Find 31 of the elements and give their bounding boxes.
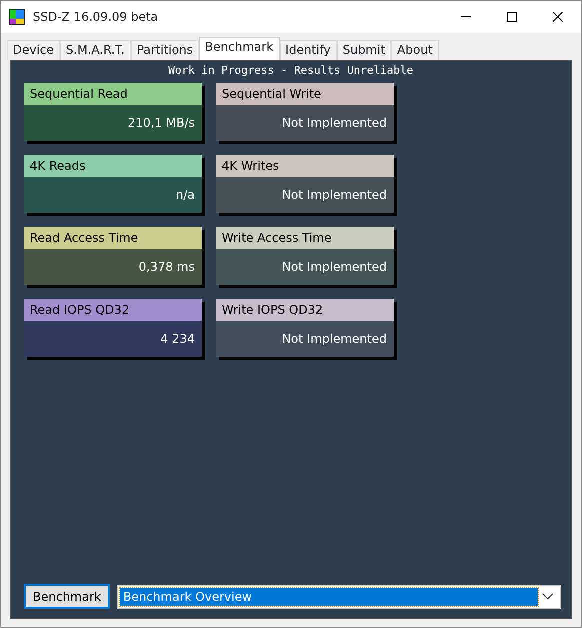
close-icon	[553, 12, 563, 22]
benchmark-button[interactable]: Benchmark	[24, 584, 110, 609]
result-label: 4K Writes	[216, 154, 394, 176]
result-label: 4K Reads	[24, 154, 202, 176]
result-label: Write Access Time	[216, 226, 394, 248]
tab[interactable]: Partitions	[130, 40, 200, 60]
mode-dropdown[interactable]: Benchmark Overview	[117, 584, 561, 608]
result-value: 0,378 ms	[138, 258, 196, 276]
tab[interactable]: Benchmark	[199, 37, 280, 60]
warning-text: Work in Progress - Results Unreliable	[167, 63, 415, 79]
tab[interactable]: Identify	[280, 40, 337, 60]
window-title: SSD-Z 16.09.09 beta	[33, 9, 160, 26]
result-label: Sequential Write	[216, 82, 394, 104]
tab[interactable]: S.M.A.R.T.	[60, 40, 131, 60]
maximize-icon	[507, 12, 517, 22]
tab[interactable]: About	[391, 40, 439, 60]
chevron-down-icon	[542, 592, 554, 600]
result-label: Read Access Time	[24, 226, 202, 248]
result-value: Not Implemented	[281, 258, 388, 276]
tab[interactable]: Device	[7, 40, 60, 60]
result-value: Not Implemented	[281, 114, 388, 132]
result-label: Write IOPS QD32	[216, 298, 394, 320]
result-value: Not Implemented	[281, 330, 388, 348]
app-icon	[9, 9, 25, 25]
result-value: 4 234	[160, 330, 196, 348]
result-value: n/a	[174, 186, 196, 204]
result-label: Read IOPS QD32	[24, 298, 202, 320]
result-label: Sequential Read	[24, 82, 202, 104]
tab[interactable]: Submit	[336, 40, 392, 60]
result-value: 210,1 MB/s	[126, 114, 196, 132]
result-value: Not Implemented	[281, 186, 388, 204]
